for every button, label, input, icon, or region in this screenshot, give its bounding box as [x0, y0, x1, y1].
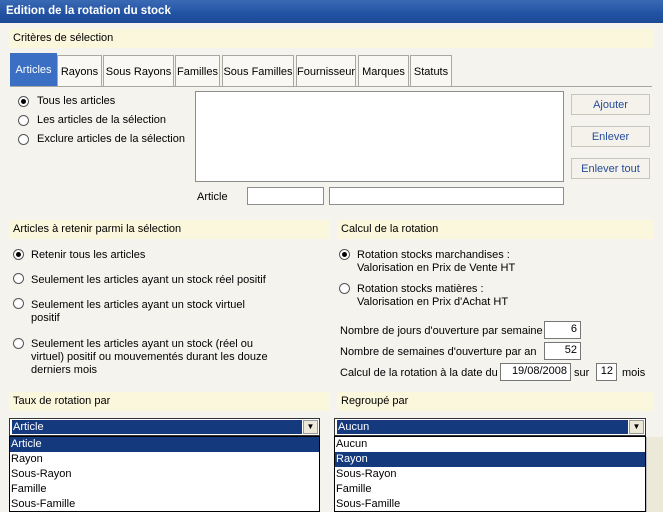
chevron-down-icon[interactable]: ▼ [629, 420, 644, 434]
months-unit-label: mois [622, 367, 646, 379]
radio-virtual-stock-label: Seulement les articles ayant un stock vi… [31, 299, 245, 324]
over-label: sur [574, 367, 590, 379]
rotation-date-label: Calcul de la rotation à la date du [340, 367, 498, 379]
group-option[interactable]: Famille [335, 482, 645, 497]
weeks-per-year-label: Nombre de semaines d'ouverture par an [340, 346, 537, 358]
radio-virtual-stock[interactable] [13, 298, 24, 309]
radio-real-stock[interactable] [13, 273, 24, 284]
rate-combo[interactable]: Article ▼ [9, 418, 320, 436]
radio-retain-all-label: Retenir tous les articles [31, 249, 146, 261]
goods-rotation-line1: Rotation stocks marchandises : [357, 249, 510, 261]
radio-materials-rotation-label: Rotation stocks matières : Valorisation … [357, 283, 647, 309]
radio-exclude-articles[interactable] [18, 134, 29, 145]
radio-materials-rotation[interactable] [339, 283, 350, 294]
radio-all-articles[interactable] [18, 96, 29, 107]
radio-selection-articles-label: Les articles de la sélection [37, 114, 167, 126]
article-label: Article [197, 191, 228, 203]
article-code-input[interactable] [247, 187, 324, 205]
group-combo[interactable]: Aucun ▼ [334, 418, 646, 436]
radio-goods-rotation[interactable] [339, 249, 350, 260]
radio-stock-or-moves[interactable] [13, 338, 24, 349]
tab-statuts[interactable]: Statuts [410, 55, 452, 86]
tab-fournisseur[interactable]: Fournisseur [296, 55, 356, 86]
weeks-per-year-input[interactable]: 52 [544, 342, 581, 360]
group-option[interactable]: Rayon [335, 452, 645, 467]
rate-option[interactable]: Sous-Rayon [10, 467, 319, 482]
goods-rotation-line2: Valorisation en Prix de Vente HT [357, 262, 516, 274]
add-button[interactable]: Ajouter [571, 94, 650, 115]
window-title: Edition de la rotation du stock [0, 0, 663, 23]
materials-rotation-line1: Rotation stocks matières : [357, 283, 484, 295]
group-option[interactable]: Sous-Rayon [335, 467, 645, 482]
rate-option[interactable]: Famille [10, 482, 319, 497]
materials-rotation-line2: Valorisation en Prix d'Achat HT [357, 296, 509, 308]
chevron-down-icon[interactable]: ▼ [303, 420, 318, 434]
calc-header: Calcul de la rotation [337, 220, 654, 239]
remove-button[interactable]: Enlever [571, 126, 650, 147]
tab-sous-rayons[interactable]: Sous Rayons [103, 55, 174, 86]
rate-dropdown-list: Article Rayon Sous-Rayon Famille Sous-Famill… [9, 436, 320, 512]
radio-goods-rotation-label: Rotation stocks marchandises : Valorisat… [357, 249, 647, 275]
radio-stock-or-moves-label: Seulement les articles ayant un stock (r… [31, 338, 268, 376]
group-option[interactable]: Aucun [335, 437, 645, 452]
tab-panel-border [10, 86, 652, 87]
rate-combo-value: Article [12, 420, 302, 434]
tab-sous-familles[interactable]: Sous Familles [222, 55, 294, 86]
rate-option[interactable]: Sous-Famille [10, 497, 319, 512]
days-per-week-input[interactable]: 6 [544, 321, 581, 339]
radio-real-stock-label: Seulement les articles ayant un stock ré… [31, 274, 266, 286]
group-header: Regroupé par [337, 392, 654, 411]
radio-exclude-articles-label: Exclure articles de la sélection [37, 133, 185, 145]
days-per-week-label: Nombre de jours d'ouverture par semaine [340, 325, 543, 337]
criteria-options: Tous les articles Les articles de la sél… [18, 95, 188, 155]
radio-selection-articles[interactable] [18, 115, 29, 126]
tab-rayons[interactable]: Rayons [57, 55, 102, 86]
remove-all-button[interactable]: Enlever tout [571, 158, 650, 179]
article-name-input[interactable] [329, 187, 564, 205]
radio-all-articles-label: Tous les articles [37, 95, 116, 107]
months-input[interactable]: 12 [596, 363, 617, 381]
group-option[interactable]: Sous-Famille [335, 497, 645, 512]
rate-header: Taux de rotation par [9, 392, 330, 411]
rate-option[interactable]: Rayon [10, 452, 319, 467]
group-combo-value: Aucun [337, 420, 628, 434]
tab-articles[interactable]: Articles [10, 53, 57, 87]
selection-list[interactable] [195, 91, 564, 182]
group-dropdown-list: Aucun Rayon Sous-Rayon Famille Sous-Famille [334, 436, 646, 512]
rotation-date-input[interactable]: 19/08/2008 [500, 363, 571, 381]
tab-marques[interactable]: Marques [358, 55, 409, 86]
tab-familles[interactable]: Familles [175, 55, 220, 86]
criteria-header: Critères de sélection [9, 29, 654, 48]
retain-header: Articles à retenir parmi la sélection [9, 220, 330, 239]
radio-retain-all[interactable] [13, 249, 24, 260]
rate-option[interactable]: Article [10, 437, 319, 452]
background-strip [646, 437, 663, 512]
